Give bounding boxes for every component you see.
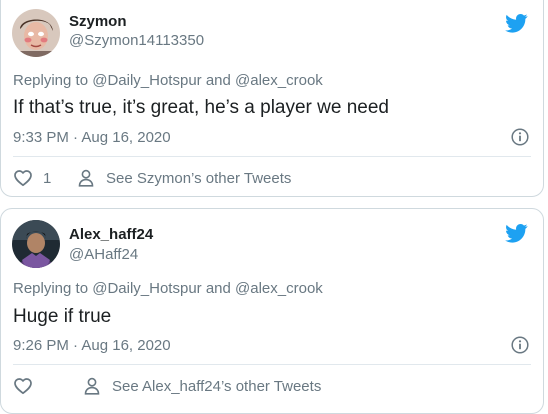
tweet-text: If that’s true, it’s great, he’s a playe… [13,97,390,118]
avatar[interactable] [12,220,60,268]
reply-prefix: Replying to [13,280,89,297]
tweet-card[interactable]: Alex_haff24 @AHaff24 Replying to @Daily_… [0,208,544,414]
action-bar: See Alex_haff24’s other Tweets [13,375,321,397]
reply-context: Replying to @Daily_Hotspur and @alex_cro… [13,72,323,89]
person-icon [77,169,95,187]
reply-context: Replying to @Daily_Hotspur and @alex_cro… [13,280,323,297]
see-other-tweets-link[interactable]: See Szymon’s other Tweets [77,169,291,187]
heart-icon[interactable] [13,376,33,396]
user-handle[interactable]: @AHaff24 [69,246,138,263]
see-other-tweets-label[interactable]: See Alex_haff24’s other Tweets [112,378,321,395]
reply-mention-link[interactable]: @alex_crook [235,280,323,297]
info-icon[interactable] [511,128,529,146]
reply-mention-link[interactable]: @Daily_Hotspur [92,72,201,89]
info-icon[interactable] [511,336,529,354]
reply-mention-link[interactable]: @Daily_Hotspur [92,280,201,297]
person-icon [83,377,101,395]
twitter-bird-icon[interactable] [505,14,528,33]
see-other-tweets-link[interactable]: See Alex_haff24’s other Tweets [83,377,321,395]
heart-icon[interactable] [13,168,33,188]
divider [13,156,531,157]
divider [13,364,531,365]
timestamp-link[interactable]: 9:26 PM · Aug 16, 2020 [13,337,171,354]
action-bar: 1 See Szymon’s other Tweets [13,167,291,189]
twitter-bird-icon[interactable] [505,224,528,243]
see-other-tweets-label[interactable]: See Szymon’s other Tweets [106,170,291,187]
reply-prefix: Replying to [13,72,89,89]
tweet-card[interactable]: Szymon @Szymon14113350 Replying to @Dail… [0,0,544,197]
tweet-text: Huge if true [13,306,112,327]
like-count: 1 [43,169,52,187]
display-name[interactable]: Szymon [69,13,127,30]
reply-conjunction: and [205,280,231,297]
display-name[interactable]: Alex_haff24 [69,226,153,243]
avatar[interactable] [12,9,60,57]
timestamp-link[interactable]: 9:33 PM · Aug 16, 2020 [13,129,171,146]
reply-conjunction: and [205,72,231,89]
user-handle[interactable]: @Szymon14113350 [69,32,204,49]
reply-mention-link[interactable]: @alex_crook [235,72,323,89]
